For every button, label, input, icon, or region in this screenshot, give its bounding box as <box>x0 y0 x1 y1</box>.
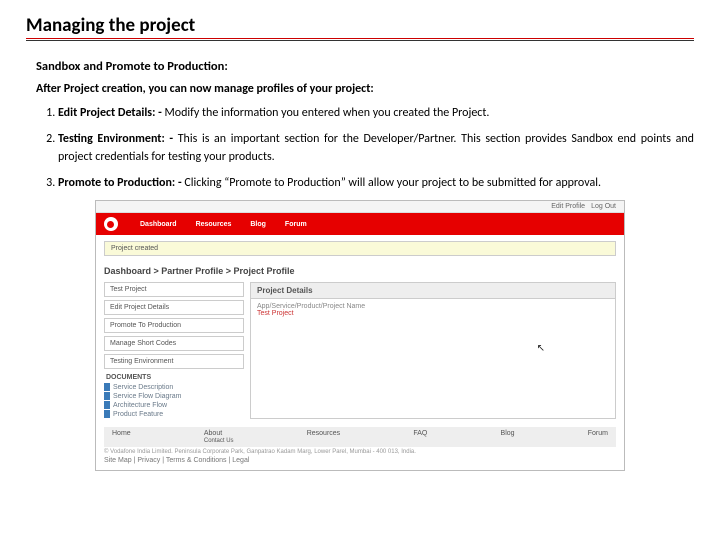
list-item: Testing Environment: - This is an import… <box>58 130 694 166</box>
file-icon <box>104 410 110 418</box>
doc-item[interactable]: Service Description <box>104 383 244 391</box>
sidebar-item-test-project[interactable]: Test Project <box>104 282 244 297</box>
nav-resources[interactable]: Resources <box>196 221 232 228</box>
project-details-panel: Project Details App/Service/Product/Proj… <box>250 282 616 419</box>
footer-nav: Home About Contact Us Resources FAQ Blog… <box>104 427 616 447</box>
embedded-screenshot: Edit Profile Log Out Dashboard Resources… <box>95 200 625 471</box>
edit-profile-link[interactable]: Edit Profile <box>551 203 585 210</box>
item-text: Clicking “Promote to Production” will al… <box>184 176 601 190</box>
file-icon <box>104 392 110 400</box>
item-label: Edit Project Details: - <box>58 106 162 120</box>
footer-resources[interactable]: Resources <box>307 430 340 444</box>
page-title: Managing the project <box>26 14 694 41</box>
footer-blog[interactable]: Blog <box>501 430 515 444</box>
panel-heading: Project Details <box>251 283 615 299</box>
section-subtitle: Sandbox and Promote to Production: <box>36 59 694 74</box>
nav-bar: Dashboard Resources Blog Forum <box>96 213 624 235</box>
field-value: Test Project <box>257 310 609 317</box>
footer-faq[interactable]: FAQ <box>413 430 427 444</box>
copyright-text: © Vodafone India Limited. Peninsula Corp… <box>104 449 616 455</box>
item-text: Modify the information you entered when … <box>164 106 489 120</box>
nav-forum[interactable]: Forum <box>285 221 307 228</box>
breadcrumb: Dashboard > Partner Profile > Project Pr… <box>104 266 616 276</box>
numbered-list: Edit Project Details: - Modify the infor… <box>36 104 694 192</box>
sidebar-item-testing-env[interactable]: Testing Environment <box>104 354 244 369</box>
footer-links: Site Map | Privacy | Terms & Conditions … <box>104 457 616 464</box>
vodafone-logo-icon <box>104 217 118 231</box>
documents-list: Service Description Service Flow Diagram… <box>104 383 244 418</box>
nav-blog[interactable]: Blog <box>250 221 266 228</box>
item-label: Testing Environment: - <box>58 132 173 146</box>
field-label: App/Service/Product/Project Name <box>257 303 609 310</box>
footer-home[interactable]: Home <box>112 430 131 444</box>
nav-dashboard[interactable]: Dashboard <box>140 221 177 228</box>
list-item: Promote to Production: - Clicking “Promo… <box>58 174 694 192</box>
documents-heading: DOCUMENTS <box>106 374 244 381</box>
alert-banner: Project created <box>104 241 616 256</box>
list-item: Edit Project Details: - Modify the infor… <box>58 104 694 122</box>
footer-forum[interactable]: Forum <box>588 430 608 444</box>
footer-about[interactable]: About Contact Us <box>204 430 234 444</box>
top-utility-bar: Edit Profile Log Out <box>96 201 624 213</box>
intro-text: After Project creation, you can now mana… <box>36 82 694 96</box>
doc-item[interactable]: Architecture Flow <box>104 401 244 409</box>
sidebar-item-edit-details[interactable]: Edit Project Details <box>104 300 244 315</box>
doc-item[interactable]: Service Flow Diagram <box>104 392 244 400</box>
file-icon <box>104 383 110 391</box>
sidebar: Test Project Edit Project Details Promot… <box>104 282 244 419</box>
sidebar-item-promote[interactable]: Promote To Production <box>104 318 244 333</box>
sidebar-item-short-codes[interactable]: Manage Short Codes <box>104 336 244 351</box>
doc-item[interactable]: Product Feature <box>104 410 244 418</box>
item-label: Promote to Production: - <box>58 176 182 190</box>
file-icon <box>104 401 110 409</box>
cursor-icon: ↖ <box>537 343 545 354</box>
logout-link[interactable]: Log Out <box>591 203 616 210</box>
